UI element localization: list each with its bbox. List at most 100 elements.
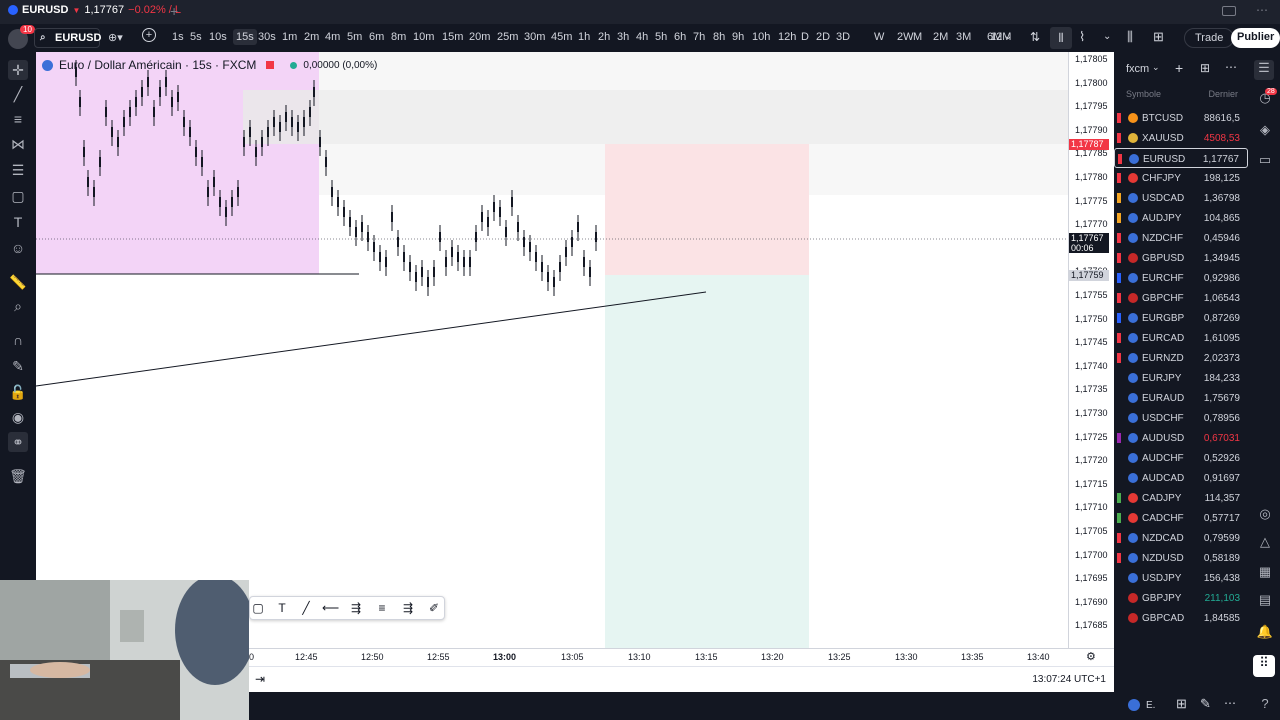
timeframe-W[interactable]: W — [874, 31, 884, 43]
timeframe-7h[interactable]: 7h — [693, 31, 705, 43]
flag-icon[interactable] — [1117, 113, 1121, 123]
ideas-icon[interactable]: △ — [1256, 534, 1274, 552]
flag-icon[interactable] — [1117, 233, 1121, 243]
indicators-icon[interactable]: ⌇ — [1079, 29, 1085, 45]
candles-icon[interactable]: ⫴ — [1050, 27, 1072, 49]
col-symbol-header[interactable]: Symbole — [1126, 89, 1161, 99]
timeframe-30s[interactable]: 30s — [258, 31, 276, 43]
apps-grid-icon[interactable]: ⠿ — [1253, 655, 1275, 677]
watchlist-row[interactable]: EURUSD 1,17767 — [1114, 148, 1248, 168]
watchlist-row[interactable]: NZDCAD 0,79599 — [1114, 528, 1248, 548]
watchlist-row[interactable]: GBPCAD 1,84585 — [1114, 608, 1248, 628]
watchlist-row[interactable]: GBPCHF 1,06543 — [1114, 288, 1248, 308]
watchlist-row[interactable]: EURNZD 2,02373 — [1114, 348, 1248, 368]
notifications-icon[interactable]: 🔔 — [1256, 624, 1274, 642]
flag-icon[interactable] — [1117, 293, 1121, 303]
timeframe-10s[interactable]: 10s — [209, 31, 227, 43]
more-icon[interactable]: ⋯ — [1256, 3, 1268, 17]
watchlist-row[interactable]: AUDCHF 0,52926 — [1114, 448, 1248, 468]
take-profit-zone[interactable] — [605, 275, 809, 648]
text-icon[interactable]: T — [8, 212, 28, 232]
watchlist-row[interactable]: USDCHF 0,78956 — [1114, 408, 1248, 428]
symbol-search-input[interactable]: ⌕ EURUSD — [34, 28, 101, 48]
watchlist-row[interactable]: USDCAD 1,36798 — [1114, 188, 1248, 208]
timeframe-6h[interactable]: 6h — [674, 31, 686, 43]
add-symbol-icon[interactable]: + — [1175, 60, 1183, 76]
watchlist-row[interactable]: EURCHF 0,92986 — [1114, 268, 1248, 288]
chevron-down-icon[interactable]: ⌄ — [1152, 62, 1160, 73]
watchlist-row[interactable]: NZDCHF 0,45946 — [1114, 228, 1248, 248]
timeframe-25m[interactable]: 25m — [497, 31, 518, 43]
flag-icon[interactable] — [1117, 213, 1121, 223]
trash-icon[interactable]: 🗑 — [8, 466, 28, 486]
horizontal-ray-icon[interactable]: ⟵ — [322, 601, 339, 617]
watchlist-row[interactable]: CADJPY 114,357 — [1114, 488, 1248, 508]
watchlist-row[interactable]: AUDJPY 104,865 — [1114, 208, 1248, 228]
flag-icon[interactable] — [1117, 553, 1121, 563]
timeframe-12h[interactable]: 12h — [778, 31, 796, 43]
footer-symbol[interactable]: E. — [1146, 700, 1155, 711]
watchlist-row[interactable]: AUDUSD 0,67031 — [1114, 428, 1248, 448]
timeframe-5m[interactable]: 5m — [347, 31, 362, 43]
add-indicator-icon[interactable]: + — [142, 28, 156, 42]
timeframe-M[interactable]: M — [913, 31, 922, 43]
compare-icon[interactable]: ⊕▾ — [108, 31, 123, 44]
timeframe-8h[interactable]: 8h — [713, 31, 725, 43]
flag-icon[interactable] — [1117, 513, 1121, 523]
flag-icon[interactable] — [1117, 353, 1121, 363]
timeframe-20m[interactable]: 20m — [469, 31, 490, 43]
eye-icon[interactable]: ◉ — [8, 407, 28, 427]
crosshair-icon[interactable]: ✛ — [8, 60, 28, 80]
pattern-icon[interactable]: ⋈ — [8, 134, 28, 154]
emoji-icon[interactable]: ☺ — [8, 238, 28, 258]
chart-alert-icon[interactable]: ⫼ — [1127, 29, 1133, 45]
magnet-icon[interactable]: ∩ — [8, 330, 28, 350]
flag-icon[interactable] — [1117, 493, 1121, 503]
watchlist-row[interactable]: CADCHF 0,57717 — [1114, 508, 1248, 528]
text-icon[interactable]: T — [274, 601, 290, 617]
watchlist-row[interactable]: NZDUSD 0,58189 — [1114, 548, 1248, 568]
window-icon[interactable] — [1222, 6, 1236, 16]
watchlist-row[interactable]: EURAUD 1,75679 — [1114, 388, 1248, 408]
short-position-icon[interactable]: ⇶ — [400, 601, 416, 617]
watchlist-row[interactable]: AUDCAD 0,91697 — [1114, 468, 1248, 488]
help-icon[interactable]: ? — [1256, 696, 1274, 714]
chat-icon[interactable]: ▭ — [1256, 152, 1274, 170]
watchlist-row[interactable]: EURCAD 1,61095 — [1114, 328, 1248, 348]
fib-icon[interactable]: ≡ — [8, 109, 28, 129]
time-scale[interactable]: 0 12:45 12:50 12:55 13:00 13:05 13:10 13:15 13:2… — [249, 648, 1114, 666]
price-chart[interactable] — [36, 52, 1068, 648]
settings-gear-icon[interactable]: ⚙ — [1086, 650, 1096, 663]
pencil-lock-icon[interactable]: ✎ — [8, 356, 28, 376]
flag-icon[interactable] — [1117, 133, 1121, 143]
flag-icon[interactable] — [1117, 313, 1121, 323]
goto-date-icon[interactable]: ⇥ — [255, 672, 265, 686]
calendar-icon[interactable]: ▦ — [1256, 564, 1274, 582]
timeframe-2W[interactable]: 2W — [897, 31, 914, 43]
timeframe-10m[interactable]: 10m — [413, 31, 434, 43]
timeframe-8m[interactable]: 8m — [391, 31, 406, 43]
timeframe-2D[interactable]: 2D — [816, 31, 830, 43]
watchlist-row[interactable]: GBPJPY 211,103 — [1114, 588, 1248, 608]
layout-grid-icon[interactable]: ⊞ — [1153, 29, 1164, 45]
rectangle-icon[interactable]: ▢ — [250, 601, 266, 617]
timeframe-2m[interactable]: 2m — [304, 31, 319, 43]
more-options-icon[interactable]: ⋯ — [1225, 60, 1237, 74]
timeframe-9h[interactable]: 9h — [732, 31, 744, 43]
ruler-icon[interactable]: 📏 — [8, 272, 28, 292]
timeframe-4m[interactable]: 4m — [325, 31, 340, 43]
timeframe-6m[interactable]: 6m — [369, 31, 384, 43]
timeframe-3M[interactable]: 3M — [956, 31, 971, 43]
flag-icon[interactable] — [1118, 154, 1122, 164]
timeframe-15m[interactable]: 15m — [442, 31, 463, 43]
flag-icon[interactable] — [1117, 333, 1121, 343]
col-last-header[interactable]: Dernier — [1208, 89, 1238, 99]
layers-icon[interactable]: ◈ — [1256, 122, 1274, 140]
flag-icon[interactable] — [1117, 253, 1121, 263]
edit-icon[interactable]: ✎ — [1200, 696, 1211, 712]
watchlist-row[interactable]: EURGBP 0,87269 — [1114, 308, 1248, 328]
news-icon[interactable]: ▤ — [1256, 592, 1274, 610]
timeframe-45m[interactable]: 45m — [551, 31, 572, 43]
fib-retracement-icon[interactable]: ≡ — [374, 601, 390, 617]
watchlist-name[interactable]: fxcm — [1126, 63, 1149, 75]
